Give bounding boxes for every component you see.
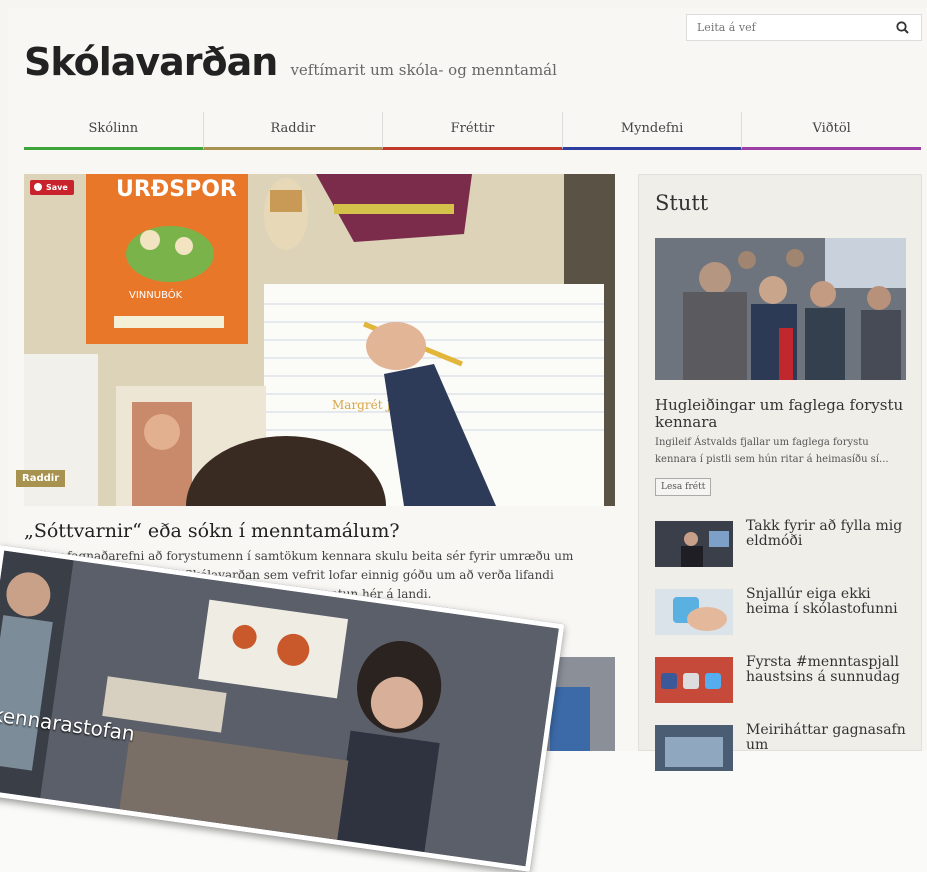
- nav-label: Fréttir: [450, 121, 495, 136]
- sidebar-thumb: [655, 657, 733, 703]
- audience-photo: [655, 238, 906, 380]
- sidebar-title: Stutt: [655, 191, 709, 215]
- featured-image[interactable]: URÐSPOR VINNUBÓK Margrét Jóna Save: [24, 174, 615, 506]
- sidebar-item-title[interactable]: Meiriháttar gagnasafn um: [746, 723, 911, 753]
- book-title-text: URÐSPOR: [116, 177, 237, 202]
- sidebar: Stutt Hugleiðingar um faglega forystu ke…: [638, 174, 922, 771]
- sidebar-list-item[interactable]: Fyrsta #menntaspjall haustsins á sunnuda…: [655, 655, 915, 707]
- search-icon[interactable]: [895, 20, 911, 36]
- sidebar-feature-image[interactable]: [655, 238, 906, 380]
- sidebar-thumb: [655, 521, 733, 567]
- sidebar-list-item[interactable]: Takk fyrir að fylla mig eldmóði: [655, 519, 915, 571]
- search-box[interactable]: [686, 14, 922, 41]
- nav-label: Skólinn: [88, 121, 139, 136]
- pinterest-save-button[interactable]: Save: [30, 180, 74, 195]
- search-input[interactable]: [695, 20, 889, 35]
- thumb-image: [655, 589, 733, 635]
- sidebar-feature-excerpt: Ingileif Ástvalds fjallar um faglega for…: [655, 437, 889, 465]
- nav-item-skolinn[interactable]: Skólinn: [24, 112, 203, 150]
- nav-item-vidtol[interactable]: Viðtöl: [741, 112, 921, 150]
- site-tagline: veftímarit um skóla- og menntamál: [290, 61, 557, 79]
- nav-label: Myndefni: [620, 121, 684, 136]
- book-subtitle-text: VINNUBÓK: [129, 288, 183, 301]
- sidebar-list-item[interactable]: Snjallúr eiga ekki heima í skólastofunni: [655, 587, 915, 639]
- featured-photo: URÐSPOR VINNUBÓK Margrét Jóna: [24, 174, 615, 506]
- nav-label: Viðtöl: [812, 121, 851, 136]
- nav-item-myndefni[interactable]: Myndefni: [561, 112, 742, 150]
- site-logo[interactable]: Skólavarðan: [24, 40, 278, 84]
- thumb-image: [655, 725, 733, 771]
- site-brand[interactable]: Skólavarðan veftímarit um skóla- og menn…: [24, 40, 557, 84]
- read-more-button[interactable]: Lesa frétt: [655, 478, 712, 496]
- sidebar-thumb: [655, 589, 733, 635]
- category-badge[interactable]: Raddir: [16, 470, 66, 487]
- thumb-image: [655, 521, 733, 567]
- sidebar-feature-title[interactable]: Hugleiðingar um faglega forystu kennara: [655, 397, 905, 431]
- main-nav: Skólinn Raddir Fréttir Myndefni Viðtöl: [24, 112, 921, 150]
- sidebar-item-title[interactable]: Fyrsta #menntaspjall haustsins á sunnuda…: [746, 655, 911, 685]
- page: Skólavarðan veftímarit um skóla- og menn…: [0, 0, 927, 872]
- nav-item-raddir[interactable]: Raddir: [202, 112, 383, 150]
- article-title[interactable]: „Sóttvarnir“ eða sókn í menntamálum?: [24, 520, 400, 542]
- sidebar-list-item[interactable]: Meiriháttar gagnasafn um: [655, 723, 915, 775]
- sidebar-item-title[interactable]: Snjallúr eiga ekki heima í skólastofunni: [746, 587, 911, 617]
- sidebar-thumb: [655, 725, 733, 771]
- thumb-image: [655, 657, 733, 703]
- nav-item-frettir[interactable]: Fréttir: [382, 112, 562, 150]
- sidebar-item-title[interactable]: Takk fyrir að fylla mig eldmóði: [746, 519, 911, 549]
- nav-label: Raddir: [270, 121, 316, 136]
